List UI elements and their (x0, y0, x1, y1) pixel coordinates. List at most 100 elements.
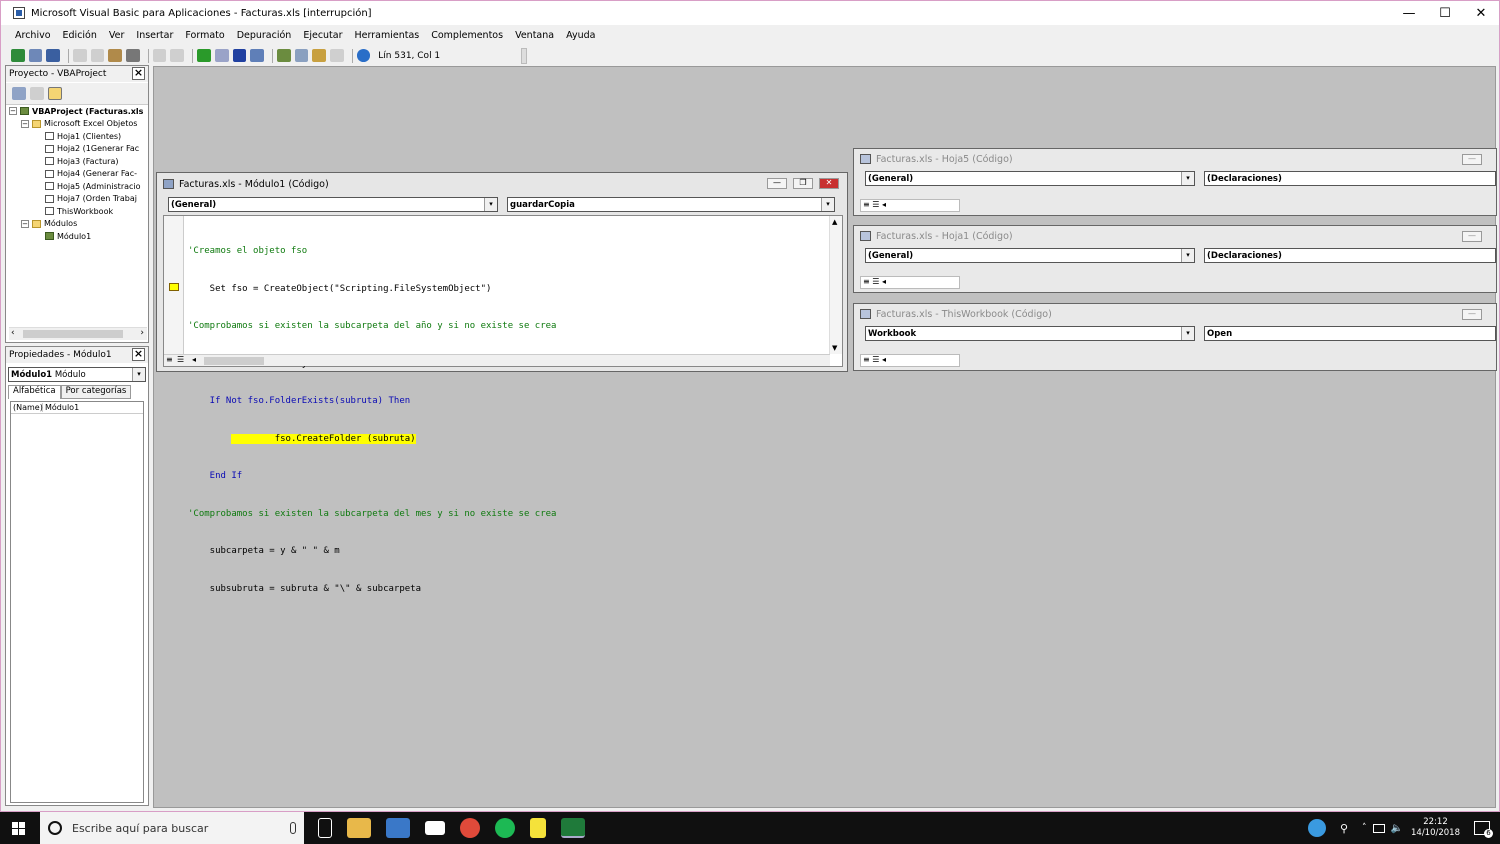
tree-item-root[interactable]: − VBAProject (Facturas.xls (9, 105, 143, 118)
tree-item-sheet[interactable]: Hoja2 (1Generar Fac (9, 143, 143, 156)
menu-formato[interactable]: Formato (185, 30, 224, 41)
clock-time[interactable]: 22:12 (1423, 817, 1448, 828)
project-pane-close-icon[interactable]: × (132, 67, 145, 80)
cut-icon[interactable] (73, 49, 87, 62)
menu-complementos[interactable]: Complementos (431, 30, 503, 41)
undo-icon[interactable] (152, 49, 167, 62)
design-mode-icon[interactable] (250, 49, 264, 62)
code-line[interactable]: subcarpeta = y & " " & m (188, 545, 556, 558)
menu-ventana[interactable]: Ventana (515, 30, 554, 41)
procedure-dropdown[interactable]: guardarCopia ▾ (507, 197, 835, 212)
property-value[interactable]: Módulo1 (43, 403, 79, 412)
project-hscrollbar[interactable]: ‹ › (9, 327, 147, 340)
project-explorer-icon[interactable] (276, 49, 291, 62)
code-line[interactable]: 'Comprobamos si existen la subcarpeta de… (188, 320, 556, 333)
object-dropdown[interactable]: Workbook ▾ (865, 326, 1195, 341)
code-hscrollbar[interactable]: ≡ ☰ ◂ (860, 276, 960, 289)
cortana-icon[interactable] (48, 821, 62, 835)
tree-item-excel-objects[interactable]: − Microsoft Excel Objetos (9, 118, 143, 131)
object-dropdown[interactable]: (General) ▾ (865, 171, 1195, 186)
procedure-dropdown[interactable]: (Declaraciones) (1204, 171, 1496, 186)
code-close-icon[interactable]: ✕ (819, 178, 839, 189)
object-browser-icon[interactable] (312, 49, 326, 62)
menu-ejecutar[interactable]: Ejecutar (303, 30, 342, 41)
tree-item-sheet[interactable]: Hoja7 (Orden Trabaj (9, 193, 143, 206)
code-minimize-icon[interactable]: — (1462, 309, 1482, 320)
view-code-icon[interactable] (12, 87, 26, 100)
properties-pane-close-icon[interactable]: × (132, 348, 145, 361)
full-module-view-icon[interactable]: ☰ (177, 355, 184, 364)
code-line[interactable]: If Not fso.FolderExists(subruta) Then (188, 395, 556, 408)
code-hscrollbar[interactable]: ≡ ☰ ◂ (860, 199, 960, 212)
tab-alfabetica[interactable]: Alfabética (8, 385, 61, 399)
code-line[interactable]: End If (188, 470, 556, 483)
code-text[interactable]: 'Creamos el objeto fso Set fso = CreateO… (188, 220, 556, 620)
excel-icon[interactable] (11, 49, 25, 62)
save-icon[interactable] (46, 49, 61, 62)
object-dropdown[interactable]: (General) ▾ (865, 248, 1195, 263)
tree-item-sheet[interactable]: Hoja4 (Generar Fac- (9, 168, 143, 181)
menu-depuracion[interactable]: Depuración (237, 30, 292, 41)
code-line[interactable]: 'Creamos el objeto fso (188, 245, 556, 258)
procedure-view-icon[interactable]: ≡ (166, 355, 173, 364)
pause-icon[interactable] (214, 49, 229, 62)
code-line[interactable]: 'Comprobamos si existen la subcarpeta de… (188, 508, 556, 521)
task-view-icon[interactable] (318, 818, 332, 838)
procedure-dropdown[interactable]: Open (1204, 326, 1496, 341)
object-dropdown[interactable]: (General) ▾ (168, 197, 498, 212)
code-vscrollbar[interactable]: ▲ ▼ (829, 216, 842, 354)
clock-date[interactable]: 14/10/2018 (1411, 828, 1460, 839)
menu-insertar[interactable]: Insertar (136, 30, 173, 41)
chrome-icon[interactable] (460, 818, 480, 838)
code-line-current[interactable]: fso.CreateFolder (subruta) (188, 433, 556, 446)
scroll-left-icon[interactable]: ‹ (11, 328, 15, 338)
close-button[interactable]: ✕ (1463, 1, 1499, 25)
insert-module-icon[interactable] (28, 49, 43, 62)
chevron-up-icon[interactable]: ˄ (1362, 823, 1367, 833)
code-editor[interactable]: 'Creamos el objeto fso Set fso = CreateO… (163, 215, 843, 594)
find-icon[interactable] (126, 49, 140, 62)
copy-icon[interactable] (90, 49, 105, 62)
run-icon[interactable] (197, 49, 211, 62)
tree-item-thisworkbook[interactable]: ThisWorkbook (9, 205, 143, 218)
scroll-thumb[interactable] (23, 330, 123, 338)
start-windows-icon[interactable] (12, 822, 25, 835)
toolbox-icon[interactable] (329, 49, 344, 62)
object-selector[interactable]: Módulo1 Módulo ▾ (8, 367, 146, 382)
menu-ayuda[interactable]: Ayuda (566, 30, 595, 41)
maximize-button[interactable]: ☐ (1427, 1, 1463, 25)
help-icon[interactable] (356, 49, 371, 62)
view-object-icon[interactable] (30, 87, 44, 100)
tree-item-modules[interactable]: − Módulos (9, 218, 143, 231)
file-explorer-icon[interactable] (347, 818, 371, 838)
microphone-icon[interactable] (290, 822, 296, 834)
tab-por-categorias[interactable]: Por categorías (60, 385, 132, 399)
sticky-notes-icon[interactable] (530, 818, 546, 838)
code-line[interactable]: Set fso = CreateObject("Scripting.FileSy… (188, 283, 556, 296)
scroll-thumb[interactable] (204, 357, 264, 365)
code-minimize-icon[interactable]: — (1462, 154, 1482, 165)
store-icon[interactable] (386, 818, 410, 838)
toolbar-grip[interactable] (521, 47, 527, 64)
procedure-dropdown[interactable]: (Declaraciones) (1204, 248, 1496, 263)
action-center-icon[interactable]: 6 (1474, 821, 1493, 838)
code-minimize-icon[interactable]: — (1462, 231, 1482, 242)
highlighted-statement[interactable]: fso.CreateFolder (subruta) (231, 433, 416, 444)
mail-icon[interactable] (425, 821, 445, 835)
network-icon[interactable] (1372, 823, 1385, 833)
taskbar-search-box[interactable]: Escribe aquí para buscar (40, 812, 304, 844)
code-hscrollbar[interactable]: ≡ ☰ ◂ (164, 354, 830, 366)
code-line[interactable]: subsubruta = subruta & "\" & subcarpeta (188, 583, 556, 596)
toggle-folders-icon[interactable] (48, 87, 62, 100)
redo-icon[interactable] (170, 49, 185, 62)
menu-archivo[interactable]: Archivo (15, 30, 51, 41)
properties-icon[interactable] (294, 49, 309, 62)
minimize-button[interactable]: — (1391, 1, 1427, 25)
margin-indicator-bar[interactable] (164, 216, 184, 366)
tree-item-module1[interactable]: Módulo1 (9, 230, 143, 243)
volume-icon[interactable]: 🔈 (1391, 823, 1403, 834)
tree-item-sheet[interactable]: Hoja3 (Factura) (9, 155, 143, 168)
code-minimize-icon[interactable]: — (767, 178, 787, 189)
menu-herramientas[interactable]: Herramientas (355, 30, 420, 41)
stop-icon[interactable] (232, 49, 247, 62)
